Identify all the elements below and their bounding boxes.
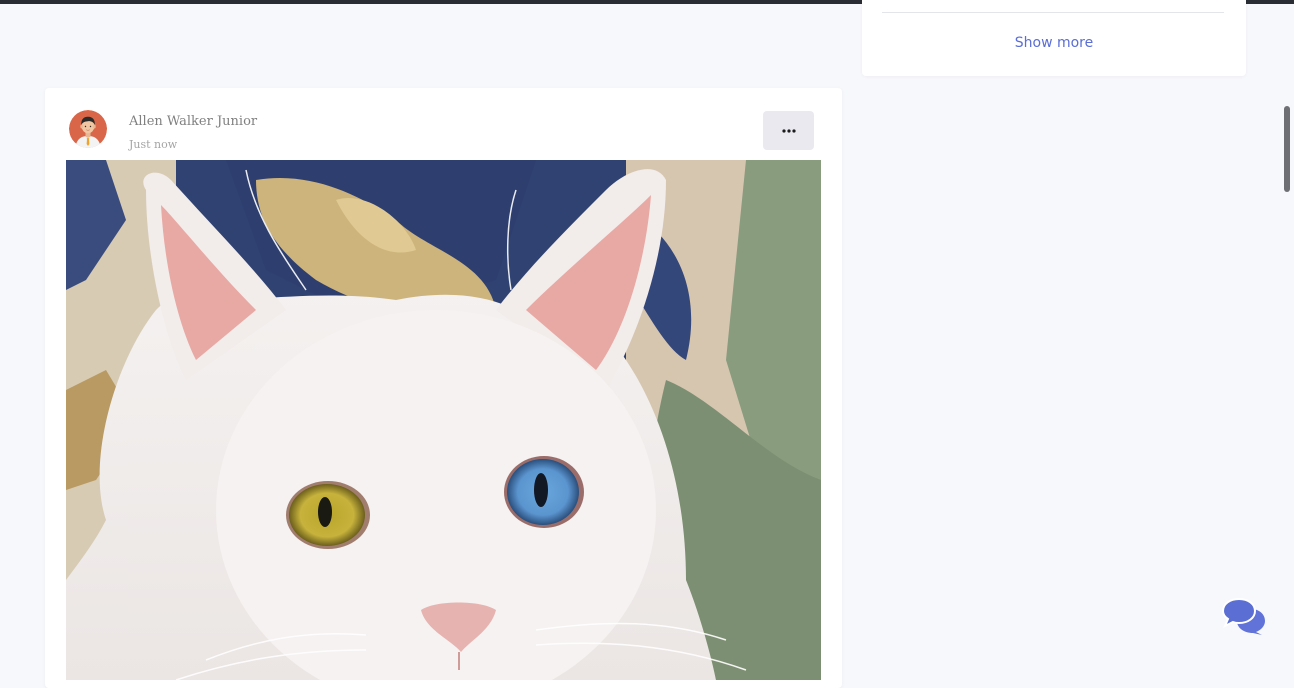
post-image[interactable] [66, 160, 821, 680]
sidebar-widget: Show more [862, 0, 1246, 76]
white-cat-photo [66, 160, 821, 680]
ellipsis-icon [781, 128, 796, 133]
chat-bubbles-icon[interactable] [1221, 597, 1267, 635]
widget-divider [882, 12, 1224, 13]
page-scrollbar-thumb[interactable] [1284, 106, 1290, 192]
user-avatar-icon[interactable] [69, 110, 107, 148]
post-card: Allen Walker Junior Just now [45, 88, 842, 688]
post-options-button[interactable] [763, 111, 814, 150]
post-timestamp: Just now [129, 138, 178, 151]
show-more-link[interactable]: Show more [862, 35, 1246, 51]
post-author-name[interactable]: Allen Walker Junior [129, 114, 257, 129]
